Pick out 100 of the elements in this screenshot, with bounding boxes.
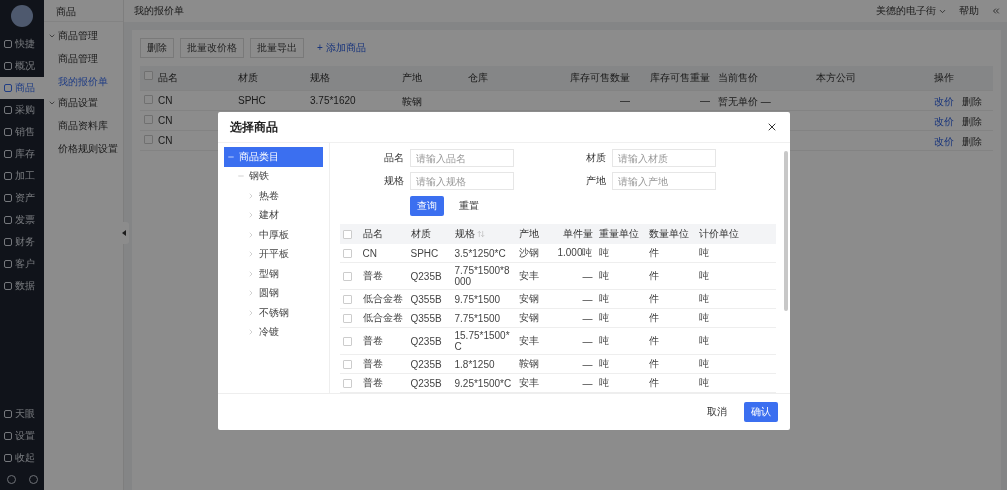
checkbox[interactable] (144, 135, 153, 144)
user-menu[interactable]: 美德的电子街 (876, 4, 947, 18)
tree-item[interactable]: 开平板 (223, 244, 323, 264)
nav-item[interactable]: 商品资料库 (48, 119, 123, 133)
tree-item[interactable]: 不锈钢 (223, 303, 323, 323)
nav-item[interactable]: 商品 (0, 77, 44, 99)
table-cell: Q355B (407, 309, 452, 328)
nav-item[interactable]: 快捷 (0, 33, 44, 55)
column-header: 库存可售数量 (549, 66, 634, 91)
table-cell: 7.75*1500 (451, 309, 516, 328)
nav-item[interactable]: 我的报价单 (48, 75, 123, 89)
input-field[interactable]: 请输入规格 (409, 172, 514, 190)
nav-icon (4, 282, 12, 290)
checkbox[interactable] (342, 229, 352, 239)
input-field[interactable]: 请输入品名 (409, 149, 514, 167)
tree-item[interactable]: 钢铁 (223, 166, 323, 186)
table-cell: 吨 (595, 263, 646, 290)
tree-item[interactable]: 圆钢 (223, 283, 323, 303)
checkbox[interactable] (342, 271, 352, 281)
table-cell: 9.25*1500*C (451, 374, 516, 393)
table-cell: CN (154, 91, 234, 111)
input-field[interactable]: 请输入材质 (611, 149, 716, 167)
table-cell: 吨 (595, 309, 646, 328)
edit-price-link[interactable]: 改价 (934, 135, 954, 146)
collapse-handle[interactable] (119, 222, 129, 244)
nav-icon (4, 62, 12, 70)
scrollbar[interactable] (783, 151, 788, 311)
checkbox[interactable] (342, 359, 352, 369)
nav-group[interactable]: 商品设置 (48, 96, 123, 110)
nav-item[interactable]: 财务 (0, 231, 44, 253)
table-cell: 件 (645, 309, 696, 328)
sub-nav-title: 商品 (44, 0, 123, 22)
nav-icon (4, 260, 12, 268)
nav-icon (4, 106, 12, 114)
tree-item[interactable]: 型钢 (223, 264, 323, 284)
checkbox[interactable] (144, 71, 153, 80)
field-label: 品名 (382, 151, 404, 165)
table-cell: 9.75*1500 (451, 290, 516, 309)
checkbox[interactable] (342, 294, 352, 304)
nav-group[interactable]: 商品管理 (48, 29, 123, 43)
search-button[interactable]: 查询 (409, 196, 444, 216)
toolbar-button[interactable]: 删除 (140, 38, 174, 58)
column-header: 仓库 (464, 66, 549, 91)
column-header: 重量单位 (595, 224, 646, 244)
checkbox[interactable] (144, 95, 153, 104)
table-cell: 件 (645, 328, 696, 355)
table-cell: 暂无单价 — (714, 91, 812, 111)
table-cell: 7.75*1500*8000 (451, 263, 516, 290)
help-link[interactable]: 帮助 (959, 4, 979, 18)
nav-item[interactable]: 发票 (0, 209, 44, 231)
tree-item[interactable]: 商品类目 (223, 147, 323, 167)
nav-item[interactable]: 资产 (0, 187, 44, 209)
checkbox[interactable] (342, 313, 352, 323)
nav-item[interactable]: 商品管理 (48, 52, 123, 66)
nav-icon (4, 128, 12, 136)
tree-item[interactable]: 中厚板 (223, 225, 323, 245)
tree-item[interactable]: 热卷 (223, 186, 323, 206)
edit-price-link[interactable]: 改价 (934, 115, 954, 126)
table-cell: 安丰 (515, 374, 552, 393)
nav-item[interactable]: 库存 (0, 143, 44, 165)
nav-item[interactable]: 价格规则设置 (48, 142, 123, 156)
delete-link[interactable]: 删除 (962, 115, 982, 126)
table-cell: 吨 (695, 374, 746, 393)
table-cell: 安钢 (515, 309, 552, 328)
confirm-button[interactable]: 确认 (743, 402, 778, 422)
delete-link[interactable]: 删除 (962, 95, 982, 106)
table-cell: 安丰 (515, 263, 552, 290)
nav-item[interactable]: 天眼 (0, 403, 44, 425)
tree-item[interactable]: 冷镀 (223, 322, 323, 342)
column-header: 规格 (306, 66, 398, 91)
table-cell: 3.5*1250*C (451, 244, 516, 263)
sort-icon[interactable] (476, 230, 485, 238)
checkbox[interactable] (342, 378, 352, 388)
nav-icon (4, 194, 12, 202)
input-field[interactable]: 请输入产地 (611, 172, 716, 190)
nav-item[interactable]: 设置 (0, 425, 44, 447)
nav-item[interactable]: 销售 (0, 121, 44, 143)
nav-item[interactable]: 客户 (0, 253, 44, 275)
column-header: 库存可售重量 (634, 66, 714, 91)
table-cell: 件 (645, 355, 696, 374)
checkbox[interactable] (342, 248, 352, 258)
table-cell: 低合金卷 (359, 290, 408, 309)
nav-item[interactable]: 收起 (0, 447, 44, 469)
nav-item[interactable]: 概况 (0, 55, 44, 77)
nav-item[interactable]: 加工 (0, 165, 44, 187)
checkbox[interactable] (144, 115, 153, 124)
edit-price-link[interactable]: 改价 (934, 95, 954, 106)
table-cell: 普卷 (359, 328, 408, 355)
toolbar-button[interactable]: 批量改价格 (180, 38, 244, 58)
nav-item[interactable]: 采购 (0, 99, 44, 121)
table-cell: 吨 (595, 328, 646, 355)
tree-item[interactable]: 建材 (223, 205, 323, 225)
column-header: 计价单位 (695, 224, 746, 244)
nav-icon (4, 216, 12, 224)
collapse-icon[interactable] (991, 6, 1001, 16)
delete-link[interactable]: 删除 (962, 135, 982, 146)
checkbox[interactable] (342, 336, 352, 346)
nav-item[interactable]: 数据 (0, 275, 44, 297)
nav-icon (4, 150, 12, 158)
toolbar-button[interactable]: 批量导出 (250, 38, 304, 58)
